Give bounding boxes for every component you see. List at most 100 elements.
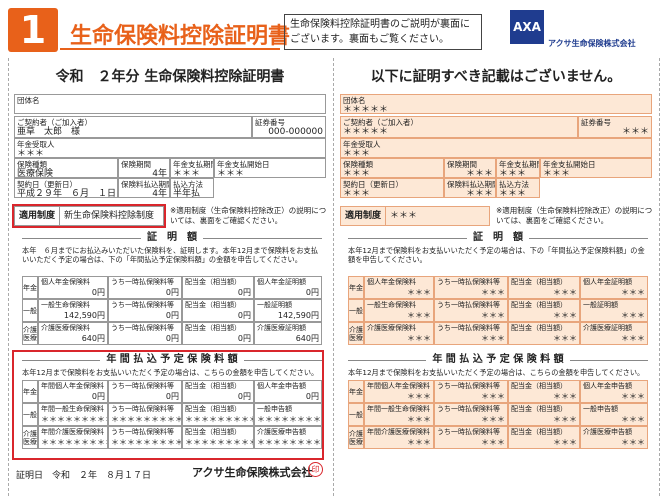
amount-cell: 年間一般生命保険料 ＊＊＊ (364, 403, 434, 426)
field-value: ＊＊＊ (465, 169, 493, 178)
amount-cell: うち一時払保険料等 ＊＊＊＊＊＊＊＊＊円 (108, 403, 182, 426)
cell-value: 0円 (91, 392, 105, 401)
cell-value: ＊＊＊ (621, 334, 645, 343)
field-value: ＊＊＊ (499, 169, 527, 178)
amount-cell: 年間個人年金保険料 ＊＊＊ (364, 380, 434, 403)
amount-cell: 配当金（相当額） ＊＊＊ (508, 276, 580, 299)
cell-value: 0円 (237, 288, 251, 297)
field-value: 4年 (152, 189, 167, 198)
field-value: 平成２９年 ６月 １日 (17, 189, 117, 198)
cell-label: 一般証明額 (257, 301, 292, 309)
amount-cell: 介護医療保険料 640円 (38, 322, 108, 345)
annual-premium-table: 年金 年間個人年金保険料 0円 うち一時払保険料等 0円 配当金（相当額） 0円 個人年金申告… (22, 380, 322, 449)
table-row: 介護医療年間介護医療保険料＊＊＊＊＊＊＊＊＊円うち一時払保険料等＊＊＊＊＊＊＊＊… (22, 426, 322, 449)
row-category-label: 年金 (22, 380, 38, 403)
annuity-start-field: 年金支払開始日 ＊＊＊ (540, 158, 652, 178)
field-label: 保険種類 (343, 160, 373, 169)
field-label: 団体名 (343, 96, 366, 105)
field-label: 払込方法 (499, 180, 529, 189)
field-value: ＊＊＊ (173, 169, 201, 178)
cell-label: 一般生命保険料 (367, 301, 416, 309)
cell-value: ＊＊＊＊＊＊＊＊＊円 (185, 415, 253, 424)
cell-label: 配当金（相当額） (511, 382, 567, 390)
table-row: 介護医療 年間介護医療保険料 ＊＊＊ うち一時払保険料等 ＊＊＊ 配当金（相当額） ＊＊＊介… (348, 426, 648, 449)
amount-cell: 介護医療証明額 ＊＊＊ (580, 322, 648, 345)
policy-number-field: 証券番号 ＊＊＊ (578, 116, 652, 138)
insurance-period-field: 保険期間 ＊＊＊ (444, 158, 496, 178)
premium-period-field: 保険料払込期間 ＊＊＊ (444, 178, 496, 198)
section-heading-text: 証 明 額 (467, 232, 529, 243)
amount-cell: 個人年金証明額 ＊＊＊ (580, 276, 648, 299)
company-name: アクサ生命保険株式会社 (548, 39, 636, 48)
amount-cell: 介護医療申告額 ＊＊＊＊＊＊＊＊＊円 (254, 426, 322, 449)
cell-label: 配当金（相当額） (511, 405, 567, 413)
amount-cell: 個人年金保険料 0円 (38, 276, 108, 299)
cell-label: うち一時払保険料等 (111, 405, 174, 413)
amount-cell: うち一時払保険料等 0円 (108, 380, 182, 403)
annuitant-field: 年金受取人 ＊＊＊ (14, 138, 326, 158)
section-number-badge: 1 (8, 8, 58, 52)
policy-number-field: 証券番号 000-000000 (252, 116, 326, 138)
cell-label: うち一時払保険料等 (437, 428, 500, 436)
amount-cell: 配当金（相当額） 0円 (182, 322, 254, 345)
cell-value: ＊＊＊ (481, 334, 505, 343)
cell-label: うち一時払保険料等 (111, 382, 174, 390)
field-value: ＊＊＊ (465, 189, 493, 198)
cell-value: 0円 (165, 288, 179, 297)
amount-cell: 一般証明額 ＊＊＊ (580, 299, 648, 322)
proof-description: 本年 ６月までにお払込みいただいた保険料を、証明します。本年12月まで保険料をお… (22, 246, 318, 264)
field-value: 医療保険 (17, 169, 54, 178)
field-value: ＊＊＊ (621, 127, 649, 137)
cell-value: ＊＊＊ (481, 288, 505, 297)
field-label: 年金支払開始日 (543, 160, 596, 169)
cell-label: うち一時払保険料等 (111, 301, 174, 309)
row-category-label: 介護医療 (348, 426, 364, 449)
table-row: 一般年間一般生命保険料＊＊＊＊＊＊＊＊＊円うち一時払保険料等＊＊＊＊＊＊＊＊＊円… (22, 403, 322, 426)
cell-label: 個人年金証明額 (257, 278, 306, 286)
cell-label: 一般生命保険料 (41, 301, 90, 309)
table-row: 一般 一般生命保険料 142,590円 うち一時払保険料等 0円 配当金（相当額） 0円 一般… (22, 299, 322, 322)
field-value: 000-000000 (268, 127, 323, 137)
cell-label: 年間個人年金保険料 (41, 382, 104, 390)
amount-cell: 介護医療証明額 640円 (254, 322, 322, 345)
cell-label: 介護医療申告額 (257, 428, 306, 436)
title-underline (60, 48, 280, 50)
cell-value: ＊＊＊＊＊＊＊＊＊円 (257, 415, 321, 424)
table-row: 一般 一般生命保険料 ＊＊＊ うち一時払保険料等 ＊＊＊ 配当金（相当額） ＊＊＊ 一般証明額… (348, 299, 648, 322)
amount-cell: 年間介護医療保険料 ＊＊＊＊＊＊＊＊＊円 (38, 426, 108, 449)
row-category-label: 一般 (22, 299, 38, 322)
row-category-label: 一般 (348, 403, 364, 426)
amount-cell: 配当金（相当額） ＊＊＊ (508, 322, 580, 345)
cell-value: ＊＊＊ (621, 392, 645, 401)
cell-value: 640円 (81, 334, 105, 343)
section-heading-annual: 年 間 払 込 予 定 保 険 料 額 (348, 354, 648, 366)
amount-cell: 一般生命保険料 ＊＊＊ (364, 299, 434, 322)
cell-value: ＊＊＊ (553, 415, 577, 424)
axa-logo-text: AXA (513, 20, 541, 34)
cell-value: 0円 (305, 288, 319, 297)
cell-label: 配当金（相当額） (511, 324, 567, 332)
amount-cell: 配当金（相当額） 0円 (182, 299, 254, 322)
annual-premium-table: 年金 年間個人年金保険料 ＊＊＊ うち一時払保険料等 ＊＊＊ 配当金（相当額） ＊＊＊ 個人年… (348, 380, 648, 449)
cell-value: ＊＊＊ (621, 415, 645, 424)
amount-cell: 一般申告額 ＊＊＊ (580, 403, 648, 426)
amount-cell: 配当金（相当額） ＊＊＊ (508, 299, 580, 322)
cell-label: 配当金（相当額） (185, 428, 241, 436)
field-label: 団体名 (17, 96, 40, 105)
cell-label: 介護医療保険料 (41, 324, 90, 332)
cell-label: 介護医療保険料 (367, 324, 416, 332)
field-label: 年金受取人 (343, 140, 381, 149)
section-heading-proof: 証 明 額 (22, 232, 322, 244)
cell-value: 142,590円 (63, 311, 105, 320)
cell-value: ＊＊＊ (553, 392, 577, 401)
cell-value: ＊＊＊＊＊＊＊＊＊円 (111, 415, 181, 424)
amount-cell: 年間介護医療保険料 ＊＊＊ (364, 426, 434, 449)
field-label: 年金支払期間 (499, 160, 540, 169)
annual-description: 本年12月まで保険料をお支払いいただく予定の場合は、こちらの金額を申告してくださ… (348, 368, 645, 377)
cell-label: 年間一般生命保険料 (41, 405, 104, 413)
row-category-label: 介護医療 (22, 322, 38, 345)
amount-cell: 配当金（相当額） ＊＊＊＊＊＊＊＊＊円 (182, 403, 254, 426)
system-note: ※適用制度（生命保険料控除改正）の説明については、裏面をご確認ください。 (170, 206, 327, 225)
cell-value: ＊＊＊ (621, 438, 645, 447)
field-label: ご契約者（ご加入者） (17, 118, 92, 127)
